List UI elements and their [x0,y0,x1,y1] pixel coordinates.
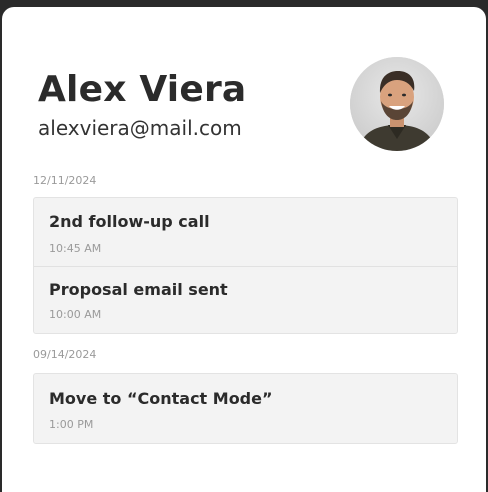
timeline-entry[interactable]: Move to “Contact Mode” 1:00 PM [34,374,457,443]
contact-card: Alex Viera alexviera@mail.com 12/11/2024… [2,7,486,492]
contact-email[interactable]: alexviera@mail.com [38,116,242,140]
timeline-date: 09/14/2024 [33,348,97,361]
timeline-date: 12/11/2024 [33,174,97,187]
timeline-group: 2nd follow-up call 10:45 AM Proposal ema… [33,197,458,334]
timeline-entry[interactable]: 2nd follow-up call 10:45 AM [34,198,457,266]
contact-name: Alex Viera [38,69,247,110]
entry-title: 2nd follow-up call [49,212,210,231]
entry-time: 10:00 AM [49,308,102,321]
avatar[interactable] [350,57,444,151]
entry-title: Move to “Contact Mode” [49,389,273,408]
entry-time: 1:00 PM [49,418,94,431]
entry-time: 10:45 AM [49,242,102,255]
timeline-group: Move to “Contact Mode” 1:00 PM [33,373,458,444]
avatar-photo [350,57,444,151]
entry-title: Proposal email sent [49,280,228,299]
timeline-entry[interactable]: Proposal email sent 10:00 AM [34,266,457,333]
